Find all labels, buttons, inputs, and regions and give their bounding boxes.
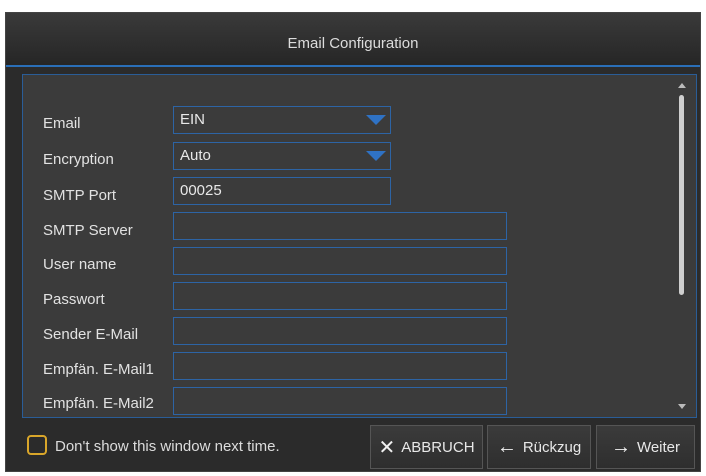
- sender-email-input[interactable]: [173, 317, 507, 345]
- email-select-value: EIN: [180, 111, 206, 128]
- recipient-email1-input[interactable]: [173, 352, 507, 380]
- dont-show-label: Don't show this window next time.: [55, 438, 280, 455]
- scroll-thumb[interactable]: [679, 95, 684, 295]
- form-panel: Email EIN Encryption Auto SMTP Port 0002…: [22, 74, 697, 418]
- sender-email-label: Sender E-Mail: [43, 326, 139, 343]
- scrollbar[interactable]: [676, 83, 688, 409]
- back-button[interactable]: ← Rückzug: [487, 425, 591, 469]
- next-button[interactable]: → Weiter: [596, 425, 695, 469]
- email-select[interactable]: EIN: [173, 106, 391, 134]
- user-name-input[interactable]: [173, 247, 507, 275]
- recipient-email2-input[interactable]: [173, 387, 507, 415]
- chevron-down-icon[interactable]: [366, 115, 386, 125]
- smtp-port-input[interactable]: 00025: [173, 177, 391, 205]
- cancel-button[interactable]: ✕ ABBRUCH: [370, 425, 483, 469]
- back-button-label: Rückzug: [522, 438, 582, 456]
- dont-show-checkbox[interactable]: [27, 435, 47, 455]
- user-name-label: User name: [43, 256, 117, 273]
- smtp-port-label: SMTP Port: [43, 187, 117, 204]
- recipient-email2-label: Empfän. E-Mail2: [43, 395, 154, 412]
- password-input[interactable]: [173, 282, 507, 310]
- encryption-select-value: Auto: [180, 147, 211, 164]
- chevron-down-icon[interactable]: [366, 151, 386, 161]
- arrow-left-icon: ←: [496, 435, 517, 458]
- smtp-server-label: SMTP Server: [43, 222, 133, 239]
- scroll-down-icon[interactable]: [678, 404, 686, 409]
- arrow-right-icon: →: [610, 435, 631, 458]
- smtp-server-input[interactable]: [173, 212, 507, 240]
- scroll-up-icon[interactable]: [678, 83, 686, 88]
- dialog-title: Email Configuration: [287, 35, 419, 52]
- close-icon: ✕: [378, 436, 396, 459]
- email-config-dialog: Email Configuration Email EIN Encryption…: [5, 12, 701, 472]
- password-label: Passwort: [43, 291, 105, 308]
- recipient-email1-label: Empfän. E-Mail1: [43, 361, 154, 378]
- encryption-select[interactable]: Auto: [173, 142, 391, 170]
- cancel-button-label: ABBRUCH: [401, 438, 475, 456]
- title-bar: Email Configuration: [6, 13, 700, 67]
- encryption-label: Encryption: [43, 151, 114, 168]
- next-button-label: Weiter: [636, 438, 681, 456]
- email-label: Email: [43, 115, 81, 132]
